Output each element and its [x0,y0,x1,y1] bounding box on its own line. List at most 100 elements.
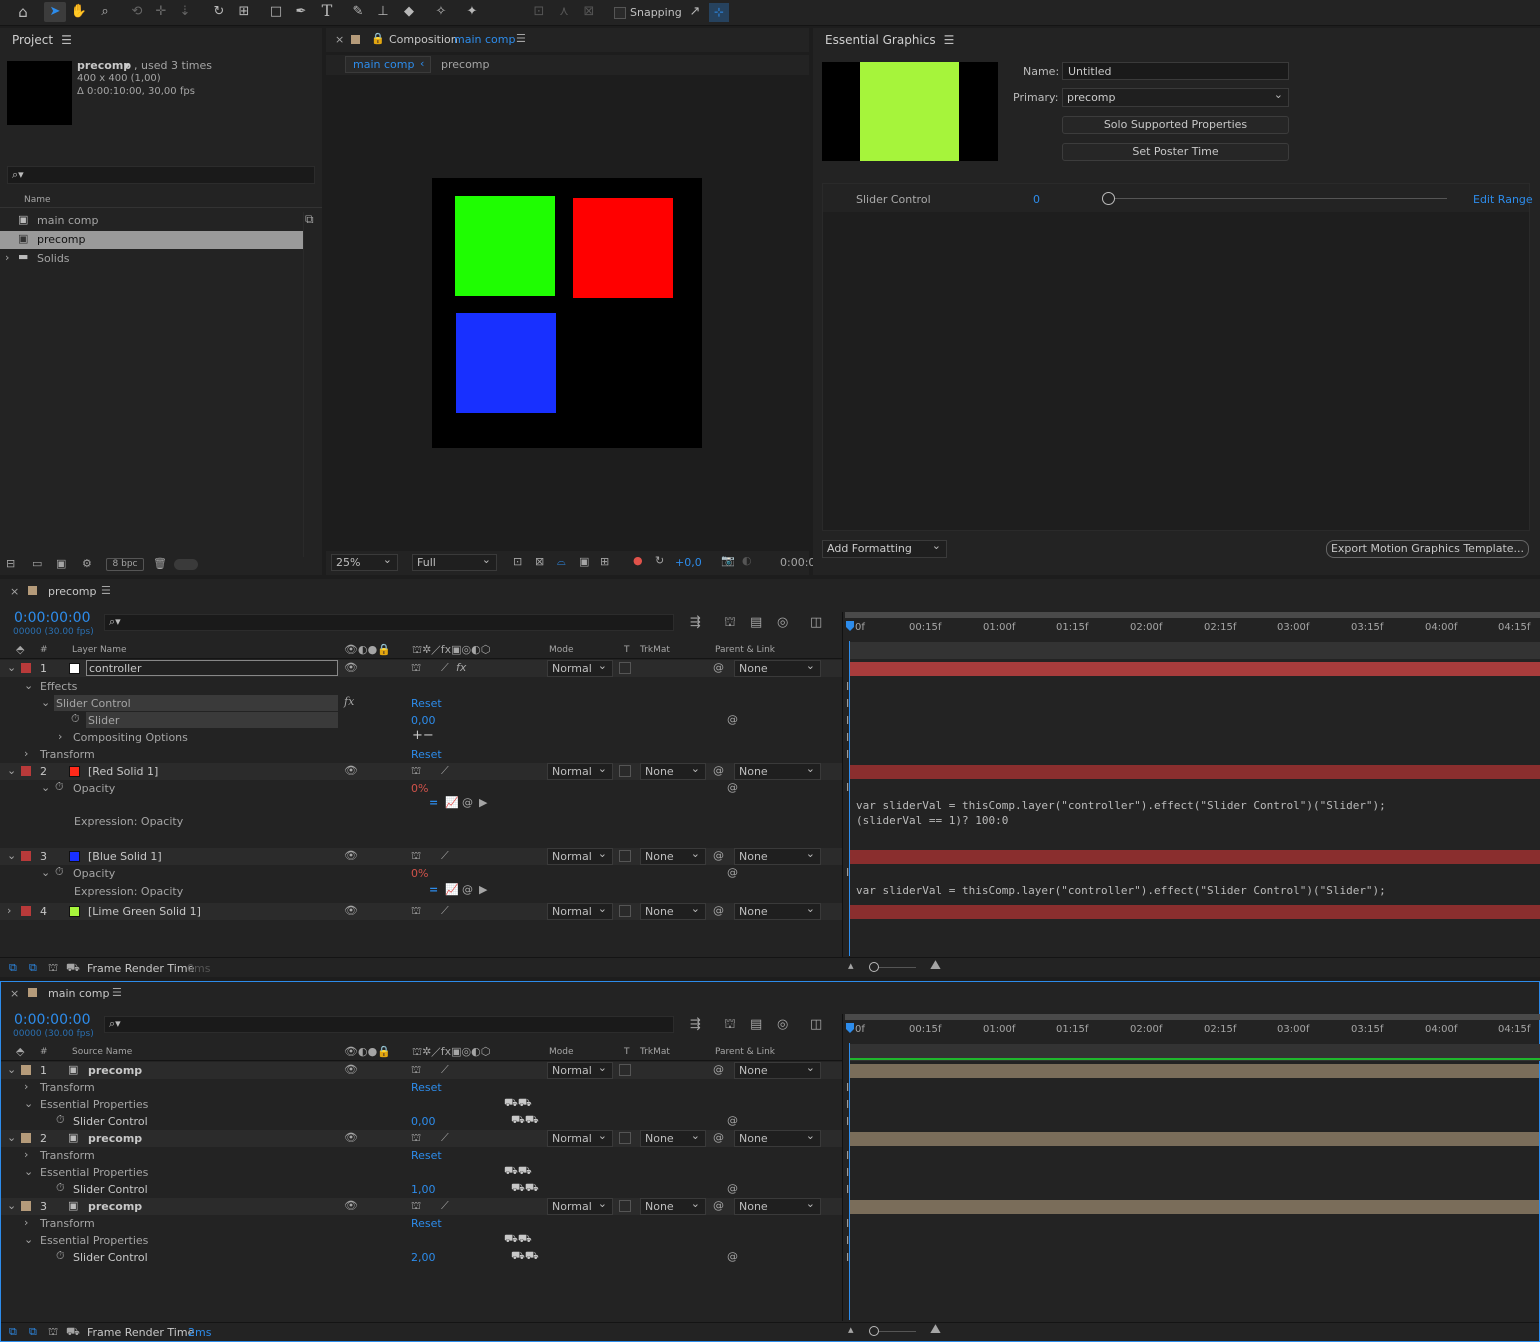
layer-bar[interactable] [850,1064,1539,1078]
pick-whip-icon[interactable]: @ [462,796,473,809]
parent-dropdown[interactable]: None [734,1128,821,1147]
pick-whip-icon[interactable]: @ [727,1182,738,1195]
expression-editor[interactable]: var sliderVal = thisComp.layer("controll… [850,797,1540,831]
shy-layers-icon[interactable]: ⛫ [724,1017,736,1034]
timecode[interactable]: 0:00:00:00 [14,610,91,626]
graph-editor-icon[interactable]: ◫ [810,1017,822,1032]
list-item[interactable]: ▣ main comp [0,212,303,230]
slider-control-value[interactable]: 2,00 [411,1251,436,1264]
slider-knob[interactable] [1102,192,1115,205]
fx-icon[interactable]: fx [456,661,466,674]
chevron-right-icon[interactable]: › [24,1216,28,1229]
composition-tab-name[interactable]: main comp [454,33,515,46]
mode-dropdown[interactable]: Normal [547,1196,613,1215]
stopwatch-icon[interactable]: ⏱ [71,712,80,726]
menu-icon[interactable]: ☰ [516,32,526,45]
time-ruler[interactable]: 0f 00:15f 01:00f 01:15f 02:00f 02:15f 03… [845,1014,1540,1044]
slider-value[interactable]: 0,00 [411,714,436,727]
essential-graphics-icons[interactable]: ⛟⛟ [511,1181,539,1196]
preserve-transparency-checkbox[interactable] [619,1200,631,1212]
layer-bar[interactable] [850,1132,1539,1146]
interpret-footage-icon[interactable]: ⊟ [6,557,15,570]
eye-icon[interactable]: 👁 [344,764,358,777]
new-comp-icon[interactable]: ▣ [56,557,66,570]
slider-control-row[interactable]: ⏱ Slider Control 0,00 ⛟⛟ @ [1,1113,843,1130]
timeline-tab-label[interactable]: main comp [48,987,109,1000]
pick-whip-icon[interactable]: @ [713,661,724,674]
chevron-down-icon[interactable]: ⌄ [24,679,33,692]
lock-icon[interactable]: 🔒 [371,32,385,45]
reset-link[interactable]: Reset [411,748,442,761]
transfer-controls-icon[interactable]: ⧉ [29,1325,37,1339]
frame-blending-icon[interactable]: ▤ [750,1017,762,1032]
table-row[interactable]: ⌄ 1 ▣ precomp 👁 ⛫ ⟋ Normal @ None [1,1060,843,1079]
pick-whip-icon[interactable]: @ [727,781,738,794]
pick-whip-icon[interactable]: @ [713,904,724,917]
chevron-down-icon[interactable]: ⌄ [7,849,16,862]
zoom-out-icon[interactable]: ▴ [848,959,854,972]
close-icon[interactable]: × [10,585,19,598]
expression-enable-icon[interactable]: = [429,796,438,809]
layer-bar[interactable] [850,662,1540,676]
preserve-transparency-checkbox[interactable] [619,662,631,674]
table-row[interactable]: ⌄ 3 [Blue Solid 1] 👁 ⛫ ⟋ Normal None @ N… [0,846,842,865]
chevron-right-icon[interactable]: › [58,730,62,743]
slider-control-row[interactable]: ⌄ Slider Control fx Reset [0,695,842,712]
rectangle-tool-icon[interactable]: □ [267,4,285,20]
grid-guides-icon[interactable]: ⊞ [600,555,609,568]
shy-icon[interactable]: ⛫ [411,849,421,864]
export-mogrt-button[interactable]: Export Motion Graphics Template... [1326,540,1529,558]
quality-icon[interactable]: ⟋ [441,904,449,918]
snapping-checkbox[interactable] [614,7,626,19]
eraser-tool-icon[interactable]: ◆ [400,4,418,20]
layer-switches-icon[interactable]: ⧉ [9,1325,17,1339]
hand-tool-icon[interactable]: ✋ [70,4,88,20]
playhead-marker[interactable] [846,1023,854,1033]
pick-whip-icon[interactable]: @ [727,713,738,726]
preserve-transparency-checkbox[interactable] [619,850,631,862]
label-color-swatch[interactable] [21,1201,31,1211]
graph-icon[interactable]: 📈 [445,796,459,809]
project-tab[interactable]: Project ☰ [12,33,72,57]
label-color-swatch[interactable] [21,1133,31,1143]
trash-icon[interactable]: 🗑 [153,557,167,570]
trkmat-dropdown[interactable]: None [640,1196,706,1215]
essential-graphics-tab[interactable]: Essential Graphics ☰ [825,33,954,57]
essential-graphics-icons[interactable]: ⛟⛟ [504,1164,532,1179]
shy-layers-icon[interactable]: ⛫ [724,615,736,632]
pick-whip-icon[interactable]: @ [713,764,724,777]
axis-icon[interactable]: ⋏ [555,4,573,20]
menu-icon[interactable]: ☰ [61,33,72,47]
timeline-tab-label[interactable]: precomp [48,585,97,598]
edit-range-link[interactable]: Edit Range [1473,193,1533,206]
dolly-camera-icon[interactable]: ⇣ [176,4,194,20]
essential-graphics-icons[interactable]: ⛟⛟ [511,1249,539,1264]
essential-graphics-icons[interactable]: ⛟⛟ [504,1096,532,1111]
eye-icon[interactable]: 👁 [344,1063,358,1076]
trkmat-dropdown[interactable]: None [640,846,706,865]
layer-name[interactable]: [Red Solid 1] [88,765,158,778]
mode-dropdown[interactable]: Normal [547,761,613,780]
parent-dropdown[interactable]: None [734,846,821,865]
slider-control-row[interactable]: ⏱ Slider Control 2,00 ⛟⛟ @ [1,1249,843,1266]
chevron-down-icon[interactable]: ⌄ [7,1131,16,1144]
zoom-in-icon[interactable]: ⛰ [930,958,941,973]
label-color-swatch[interactable] [21,1065,31,1075]
render-time-icon[interactable]: ⛟ [66,1325,80,1340]
comp-mini-flowchart-icon[interactable]: ⇶ [690,615,701,630]
selection-tool-icon[interactable]: ➤ [44,2,66,22]
frame-blending-icon[interactable]: ▤ [750,615,762,630]
name-column-label[interactable]: Name [24,195,51,205]
table-row[interactable]: ⌄ 2 [Red Solid 1] 👁 ⛫ ⟋ Normal None @ No… [0,761,842,780]
parent-dropdown[interactable]: None [734,761,821,780]
opacity-value[interactable]: 0% [411,867,428,880]
graph-icon[interactable]: 📈 [445,883,459,896]
transfer-controls-icon[interactable]: ⧉ [29,961,37,975]
pick-whip-icon[interactable]: @ [727,866,738,879]
slider-row[interactable]: ⏱ Slider 0,00 @ [0,712,842,729]
name-field[interactable]: Untitled [1062,62,1289,80]
fast-preview-icon[interactable]: ⊡ [513,555,522,568]
breadcrumb-main-comp[interactable]: main comp ‹ [345,56,431,73]
breadcrumb-precomp[interactable]: precomp [441,58,490,71]
quality-icon[interactable]: ⟋ [441,849,449,863]
